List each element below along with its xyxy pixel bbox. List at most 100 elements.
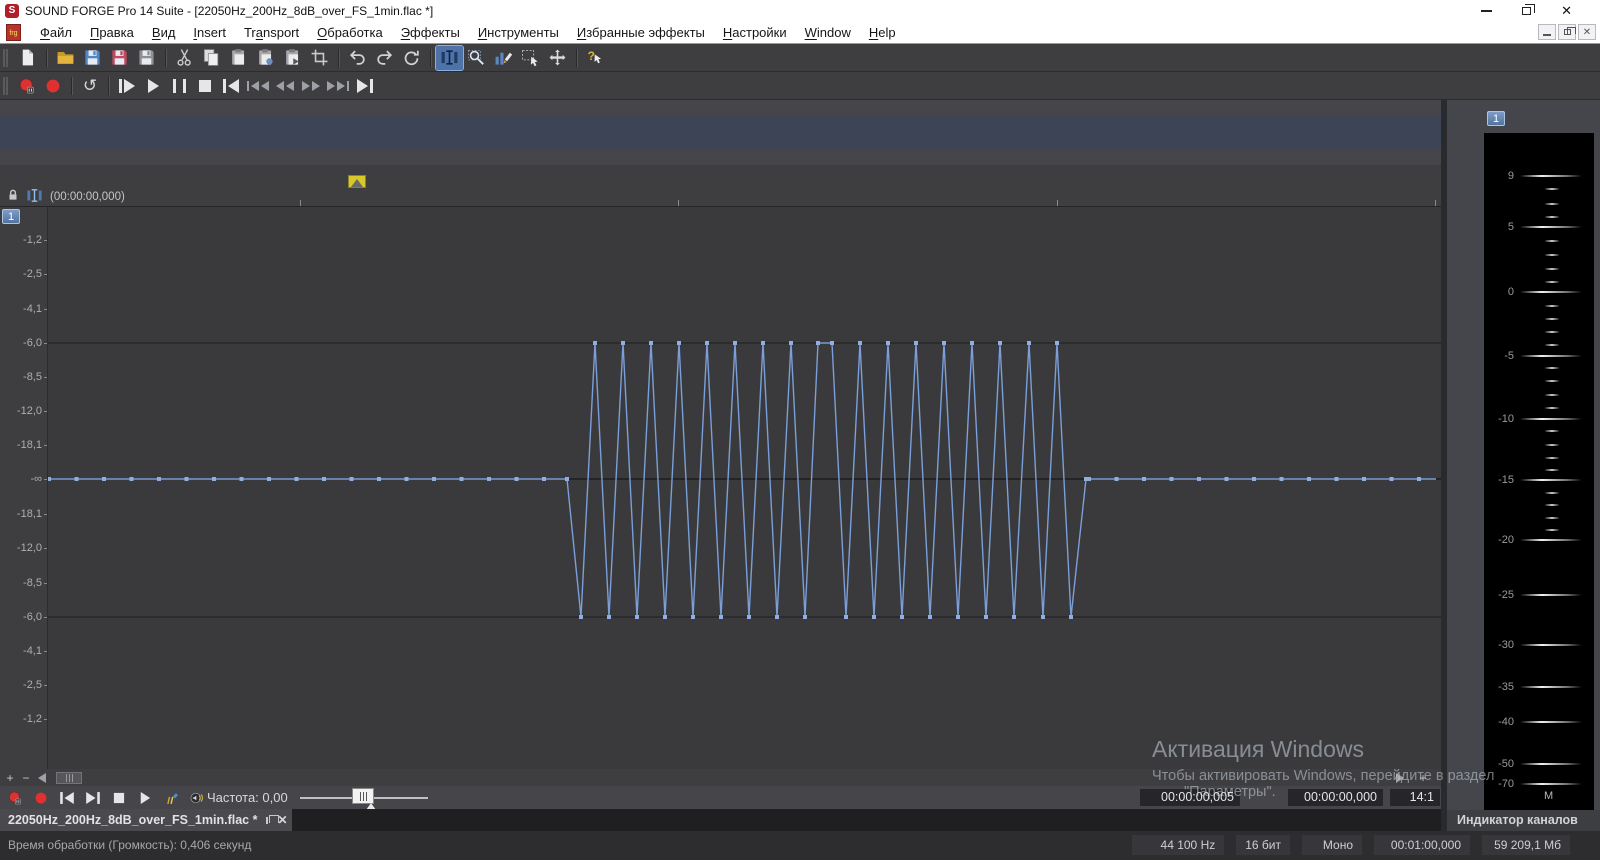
record-remote-button[interactable] (4, 788, 26, 807)
menu-window[interactable]: Window (796, 25, 860, 40)
save-as-button[interactable] (106, 46, 133, 70)
record-button[interactable] (30, 788, 52, 807)
transport-toolbar-grip[interactable] (3, 76, 8, 95)
pencil-edit-button[interactable] (490, 46, 517, 70)
meter-major-tick (1520, 686, 1582, 688)
ruler-header[interactable]: (00:00:00,000) (0, 165, 1441, 207)
minimize-icon[interactable] (1481, 10, 1493, 12)
status-cell-5: 59 209,1 Мб (1482, 835, 1570, 855)
edit-tool-button[interactable] (435, 44, 464, 71)
meter-minor-tick (1545, 444, 1559, 446)
time-display-3[interactable]: 14:1 (1390, 789, 1440, 806)
menu-вид[interactable]: Вид (143, 25, 185, 40)
channel-badge[interactable]: 1 (2, 209, 20, 224)
magnify-button[interactable] (463, 46, 490, 70)
menu-настройки[interactable]: Настройки (714, 25, 796, 40)
redo-button[interactable] (371, 46, 398, 70)
selection-button[interactable] (517, 46, 544, 70)
go-to-start-button[interactable] (218, 75, 244, 97)
mdi-close-icon[interactable]: ✕ (1578, 24, 1596, 40)
whats-this-help-button[interactable]: ? (582, 46, 609, 70)
copy-button[interactable] (198, 46, 225, 70)
repeat-button[interactable] (398, 46, 425, 70)
toolbar-grip[interactable] (3, 48, 8, 67)
db-scale-label: -18,1 (16, 439, 42, 451)
save-button[interactable] (79, 46, 106, 70)
zoom-in-button[interactable]: + (1415, 771, 1431, 784)
channel-meter-panel: 1 9 5 0 -5 -10 -15 -20 -25 -30 -35 -40 -50 -70 M Инд… (1447, 100, 1600, 831)
meter-channel-badge[interactable]: 1 (1487, 111, 1505, 126)
event-tool-button[interactable] (544, 46, 571, 70)
menu-transport[interactable]: Transport (235, 25, 308, 40)
mdi-restore-icon[interactable] (1558, 24, 1576, 40)
new-file-button[interactable] (14, 46, 41, 70)
meter-scale-label: 9 (1507, 170, 1514, 182)
data-window: (00:00:00,000) 1 -1,2 -2,5 -4,1 -6,0 -8,5 -12… (0, 165, 1450, 831)
frequency-slider-thumb[interactable] (352, 788, 374, 804)
rewind-button[interactable] (272, 75, 298, 97)
loop-playback-button[interactable]: ↺ (77, 75, 103, 97)
document-icon: frg (6, 24, 21, 41)
meter-scale-label: -70 (1498, 778, 1514, 790)
undo-button[interactable] (344, 46, 371, 70)
next-marker-button[interactable] (324, 75, 352, 97)
waveform-canvas[interactable] (48, 207, 1441, 769)
open-button[interactable] (52, 46, 79, 70)
menu-избранные-эффекты[interactable]: Избранные эффекты (568, 25, 714, 40)
menu-инструменты[interactable]: Инструменты (469, 25, 568, 40)
go-to-start-button[interactable] (56, 788, 78, 807)
lock-icon[interactable] (6, 188, 20, 202)
time-display-1[interactable]: 00:00:00,005 (1140, 789, 1240, 806)
record-remote-button[interactable] (14, 75, 40, 97)
menu-help[interactable]: Help (860, 25, 905, 40)
trim-button[interactable] (306, 46, 333, 70)
meter-minor-tick (1545, 318, 1559, 320)
audition-button[interactable] (186, 788, 208, 807)
go-to-end-button[interactable] (352, 75, 378, 97)
zoom-out-time-button[interactable]: − (18, 771, 34, 784)
ruler-tick (1435, 200, 1436, 206)
db-scale-tick (44, 479, 47, 480)
scrub-button[interactable] (160, 788, 182, 807)
forward-button[interactable] (298, 75, 324, 97)
pause-button[interactable] (166, 75, 192, 97)
hscroll-thumb[interactable] (56, 771, 82, 784)
stop-button[interactable] (108, 788, 130, 807)
document-tab[interactable]: 22050Hz_200Hz_8dB_over_FS_1min.flac * ✕ (0, 809, 292, 831)
restore-icon[interactable] (1522, 4, 1536, 15)
db-scale-label: -∞ (30, 473, 42, 485)
play-all-button[interactable] (114, 75, 140, 97)
paste-button[interactable] (225, 46, 252, 70)
db-scale-tick (44, 309, 47, 310)
zoom-in-time-button[interactable]: + (2, 771, 18, 784)
loop-icon: ↺ (82, 75, 98, 95)
record-button[interactable] (40, 75, 66, 97)
level-meter[interactable]: 9 5 0 -5 -10 -15 -20 -25 -30 -35 -40 -50 -70 M (1484, 133, 1594, 810)
play-button[interactable] (134, 788, 156, 807)
cut-button[interactable] (171, 46, 198, 70)
menu-файл[interactable]: Файл (31, 25, 81, 40)
tab-restore-icon[interactable] (266, 814, 280, 824)
db-scale-tick (44, 274, 47, 275)
play-button[interactable] (140, 75, 166, 97)
previous-marker-button[interactable] (244, 75, 272, 97)
menu-правка[interactable]: Правка (81, 25, 143, 40)
edit-tool-icon[interactable] (26, 187, 43, 203)
time-display-2[interactable]: 00:00:00,000 (1288, 789, 1383, 806)
status-cell-3: Моно (1302, 835, 1362, 855)
menu-обработка[interactable]: Обработка (308, 25, 392, 40)
drop-marker-icon[interactable] (348, 175, 366, 188)
go-to-end-button[interactable] (82, 788, 104, 807)
menu-эффекты[interactable]: Эффекты (392, 25, 469, 40)
scroll-left-icon[interactable] (34, 771, 50, 784)
meter-scale-label: 0 (1507, 286, 1514, 298)
paste-special-button[interactable] (252, 46, 279, 70)
mdi-minimize-icon[interactable] (1538, 24, 1556, 40)
menu-insert[interactable]: Insert (184, 25, 235, 40)
paste-to-new-button[interactable] (279, 46, 306, 70)
close-icon[interactable]: ✕ (1561, 4, 1572, 17)
save-all-button[interactable] (133, 46, 160, 70)
stop-button[interactable] (192, 75, 218, 97)
scroll-right-icon[interactable] (1392, 771, 1408, 784)
toolbar-separator (71, 76, 72, 95)
